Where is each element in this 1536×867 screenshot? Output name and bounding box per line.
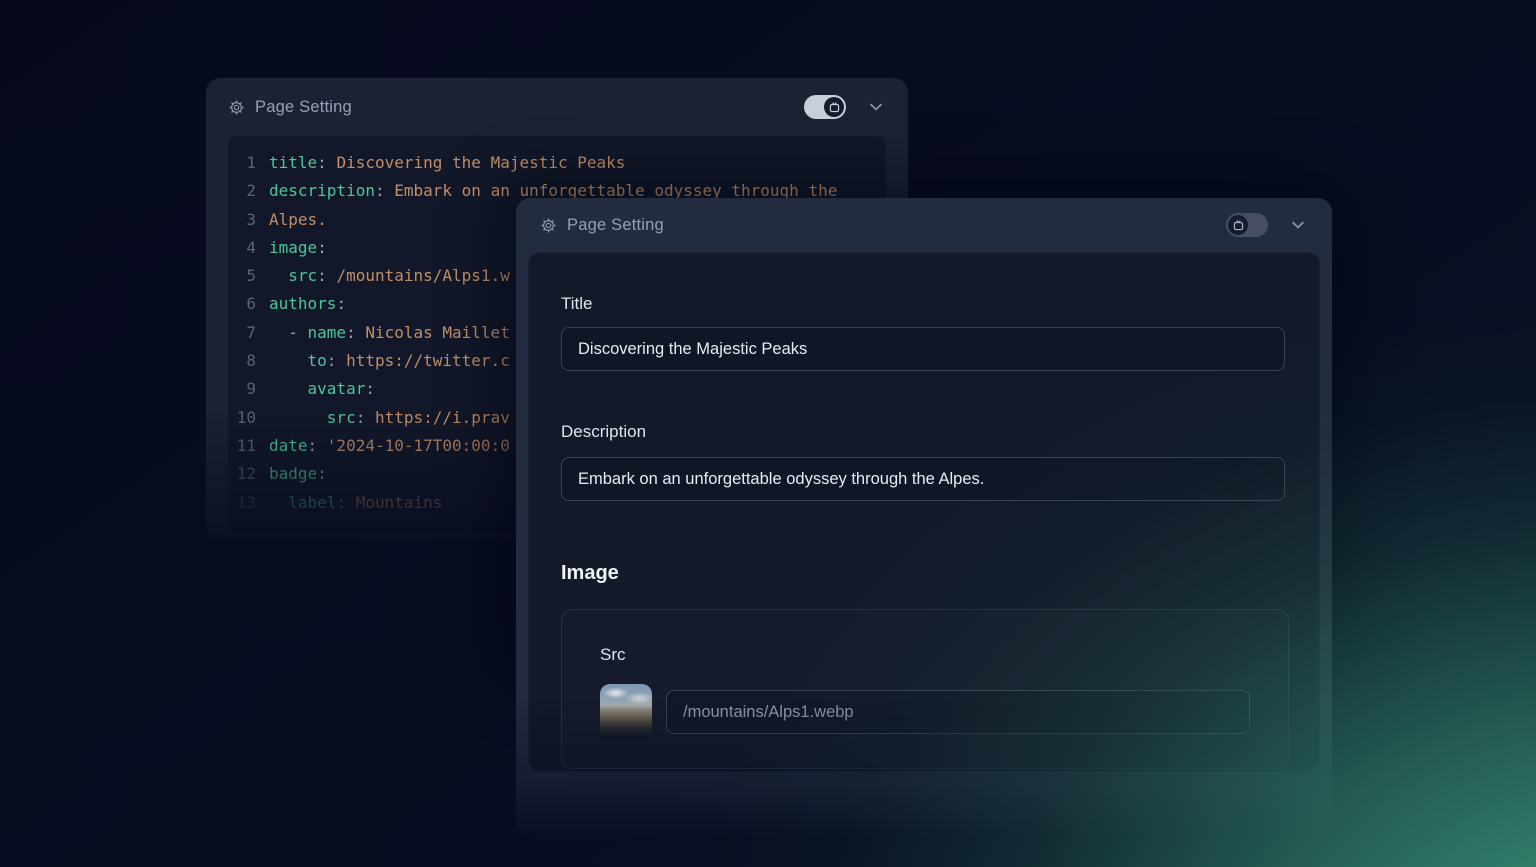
- page-setting-panel-form: Page Setting Title: [516, 198, 1332, 838]
- page-setting-form: Title Description Image Src: [528, 252, 1320, 772]
- panel-header: Page Setting: [206, 78, 908, 136]
- code-block-icon: [828, 101, 841, 114]
- mode-toggle[interactable]: [804, 95, 846, 119]
- mode-toggle[interactable]: [1226, 213, 1268, 237]
- src-row: [600, 684, 1250, 740]
- src-input[interactable]: [666, 690, 1250, 734]
- description-input[interactable]: [561, 457, 1285, 501]
- chevron-down-icon[interactable]: [866, 97, 886, 117]
- image-thumbnail[interactable]: [600, 684, 652, 740]
- toggle-knob: [824, 97, 844, 117]
- gear-icon: [228, 99, 245, 116]
- panel-title: Page Setting: [567, 216, 664, 235]
- code-line: 1title: Discovering the Majestic Peaks: [236, 149, 878, 177]
- panel-header: Page Setting: [516, 198, 1332, 252]
- image-group-card: Src: [561, 609, 1289, 769]
- title-label: Title: [561, 293, 1287, 315]
- description-label: Description: [561, 421, 1287, 443]
- panel-title: Page Setting: [255, 98, 352, 117]
- chevron-down-icon[interactable]: [1288, 215, 1308, 235]
- title-input[interactable]: [561, 327, 1285, 371]
- toggle-knob: [1228, 215, 1248, 235]
- image-section-heading: Image: [561, 559, 1287, 587]
- code-block-icon: [1232, 219, 1245, 232]
- gear-icon: [540, 217, 557, 234]
- src-label: Src: [600, 644, 1250, 666]
